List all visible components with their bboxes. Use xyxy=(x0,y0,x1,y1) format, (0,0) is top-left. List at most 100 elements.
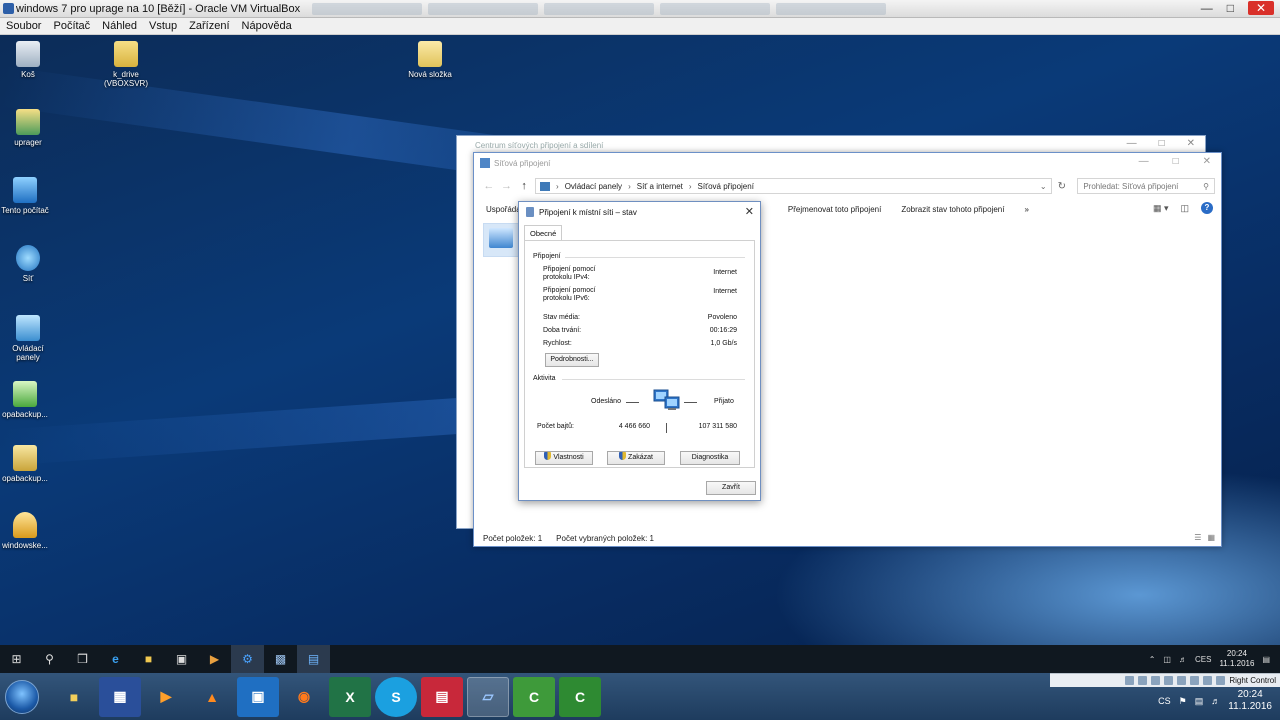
maximize-button[interactable]: □ xyxy=(1159,138,1165,149)
menu-zarizeni[interactable]: Zařízení xyxy=(183,20,235,32)
address-bar[interactable]: › Ovládací panely › Síť a internet › Síť… xyxy=(535,178,1052,194)
close-dialog-button[interactable]: Zavřít xyxy=(706,481,756,495)
close-button[interactable]: ✕ xyxy=(1203,156,1211,167)
desktop-icon-opabackup-1[interactable]: opabackup... xyxy=(0,381,53,419)
tiles-view-icon[interactable]: ▦ xyxy=(1207,533,1215,542)
settings-icon[interactable]: ⚙ xyxy=(231,645,264,673)
diagnose-button[interactable]: Diagnostika xyxy=(680,451,740,465)
close-button[interactable]: ✕ xyxy=(1187,138,1195,149)
language-indicator[interactable]: CES xyxy=(1195,655,1211,664)
desktop-icon-control-panel[interactable]: Ovládací panely xyxy=(0,315,56,362)
display-icon[interactable] xyxy=(1190,676,1200,685)
volume-icon[interactable]: ♬ xyxy=(1211,696,1220,706)
desktop-icon-windows-key[interactable]: windowske... xyxy=(0,512,53,550)
chevron-up-icon[interactable]: ⌃ xyxy=(1149,655,1156,664)
skype-icon[interactable]: S xyxy=(375,676,417,717)
breadcrumb-network-internet[interactable]: Síť a internet xyxy=(637,182,683,191)
store-icon[interactable]: ▣ xyxy=(165,645,198,673)
camtasia-recorder-icon[interactable]: C xyxy=(559,676,601,717)
search-input[interactable]: Prohledat: Síťová připojení ⚲ xyxy=(1077,178,1215,194)
media-player-icon[interactable]: ▶ xyxy=(145,677,187,717)
shared-folders-icon[interactable] xyxy=(1177,676,1187,685)
pdf-icon[interactable]: ▤ xyxy=(421,676,463,717)
network-tray-icon[interactable]: ◫ xyxy=(1163,655,1171,664)
preview-pane-icon[interactable]: ◫ xyxy=(1180,203,1189,214)
maximize-button[interactable]: □ xyxy=(1227,1,1234,15)
menu-nahled[interactable]: Náhled xyxy=(96,20,143,32)
recording-icon[interactable] xyxy=(1203,676,1213,685)
connection-status-dialog[interactable]: Připojení k místní síti – stav ✕ Obecné … xyxy=(518,201,761,501)
show-status-button[interactable]: Zobrazit stav tohoto připojení xyxy=(891,205,1014,214)
network-tray-icon[interactable]: ▤ xyxy=(1195,696,1204,707)
minimize-button[interactable]: — xyxy=(1127,138,1137,149)
menu-vstup[interactable]: Vstup xyxy=(143,20,183,32)
network-status-icon[interactable] xyxy=(1164,676,1174,685)
desktop-icon-uprager[interactable]: uprager xyxy=(0,109,56,147)
menu-pocitac[interactable]: Počítač xyxy=(47,20,96,32)
desktop-icon-opabackup-2[interactable]: opabackup... xyxy=(0,445,53,483)
language-indicator[interactable]: CS xyxy=(1158,696,1171,706)
minimize-button[interactable]: — xyxy=(1139,156,1149,167)
breadcrumb-network-connections[interactable]: Síťová připojení xyxy=(698,182,754,191)
file-explorer-icon[interactable]: ■ xyxy=(132,645,165,673)
disable-button[interactable]: Zakázat xyxy=(607,451,665,465)
mouse-integration-icon[interactable] xyxy=(1216,676,1226,685)
help-icon[interactable]: ? xyxy=(1201,202,1213,214)
user-folder-icon xyxy=(16,109,40,135)
view-options-icon[interactable]: ▦ ▾ xyxy=(1153,203,1169,214)
menu-soubor[interactable]: Soubor xyxy=(0,20,47,32)
remote-desktop-icon[interactable]: ▣ xyxy=(237,676,279,717)
chevron-down-icon[interactable]: ⌄ xyxy=(1040,182,1047,191)
windows-start-icon[interactable]: ⊞ xyxy=(0,645,33,673)
menu-napoveda[interactable]: Nápověda xyxy=(236,20,298,32)
start-orb-icon[interactable] xyxy=(5,679,39,714)
tab-general[interactable]: Obecné xyxy=(524,225,563,241)
breadcrumb-control-panel[interactable]: Ovládací panely xyxy=(565,182,622,191)
notifications-icon[interactable]: ▤ xyxy=(1262,655,1270,664)
search-icon[interactable]: ⚲ xyxy=(33,645,66,673)
guest-clock[interactable]: 20:24 11.1.2016 xyxy=(1219,649,1254,669)
details-view-icon[interactable]: ☰ xyxy=(1194,533,1201,542)
edge-icon[interactable]: e xyxy=(99,645,132,673)
desktop-icon-network[interactable]: Síť xyxy=(0,245,56,283)
desktop-icon-this-pc[interactable]: Tento počítač xyxy=(0,177,53,215)
dialog-titlebar: Připojení k místní síti – stav ✕ xyxy=(519,202,760,222)
task-view-icon[interactable]: ❒ xyxy=(66,645,99,673)
minimize-button[interactable]: — xyxy=(1201,1,1213,15)
desktop-icon-recycle-bin[interactable]: Koš xyxy=(0,41,56,79)
control-panel-icon xyxy=(540,181,551,191)
guest-taskbar: ⊞ ⚲ ❒ e ■ ▣ ▶ ⚙ ▩ ▤ ⌃ ◫ ♬ CES 20:24 11.1… xyxy=(0,645,1280,673)
up-arrow-icon[interactable]: ↑ xyxy=(515,180,533,192)
maximize-button[interactable]: □ xyxy=(1173,156,1179,167)
refresh-icon[interactable]: ↻ xyxy=(1058,181,1072,192)
firefox-icon[interactable]: ◉ xyxy=(283,677,325,717)
forward-arrow-icon[interactable]: → xyxy=(498,180,516,192)
optical-drive-icon[interactable] xyxy=(1138,676,1148,685)
local-area-connection-item[interactable] xyxy=(483,223,519,257)
usb-icon[interactable] xyxy=(1151,676,1161,685)
vlc-icon[interactable]: ▲ xyxy=(191,677,233,717)
flag-icon[interactable]: ⚑ xyxy=(1179,696,1187,707)
media-icon[interactable]: ▶ xyxy=(198,645,231,673)
properties-button[interactable]: Vlastnosti xyxy=(535,451,593,465)
explorer-icon[interactable]: ■ xyxy=(53,677,95,717)
rename-connection-button[interactable]: Přejmenovat toto připojení xyxy=(778,205,891,214)
desktop-icon-k-drive[interactable]: k_drive (VBOXSVR) xyxy=(98,41,154,88)
save-disk-icon[interactable]: ▦ xyxy=(99,676,141,717)
key-icon xyxy=(13,512,37,538)
organize-button[interactable]: Uspořádat xyxy=(474,205,523,214)
desktop-icon-new-folder[interactable]: Nová složka xyxy=(402,41,458,79)
hdd-status-icon[interactable] xyxy=(1125,676,1135,685)
control-panel-icon[interactable]: ▩ xyxy=(264,645,297,673)
network-connections-taskbar-icon[interactable]: ▤ xyxy=(297,645,330,673)
close-button[interactable]: ✕ xyxy=(1248,1,1274,15)
details-button[interactable]: Podrobnosti... xyxy=(545,353,599,367)
excel-icon[interactable]: X xyxy=(329,676,371,717)
close-icon[interactable]: ✕ xyxy=(745,205,754,218)
camtasia-icon[interactable]: C xyxy=(513,676,555,717)
host-clock[interactable]: 20:24 11.1.2016 xyxy=(1228,689,1272,713)
more-commands-button[interactable]: » xyxy=(1014,205,1038,214)
virtualbox-taskbar-icon[interactable]: ▱ xyxy=(467,676,509,717)
back-arrow-icon[interactable]: ← xyxy=(480,180,498,192)
volume-icon[interactable]: ♬ xyxy=(1179,655,1187,664)
